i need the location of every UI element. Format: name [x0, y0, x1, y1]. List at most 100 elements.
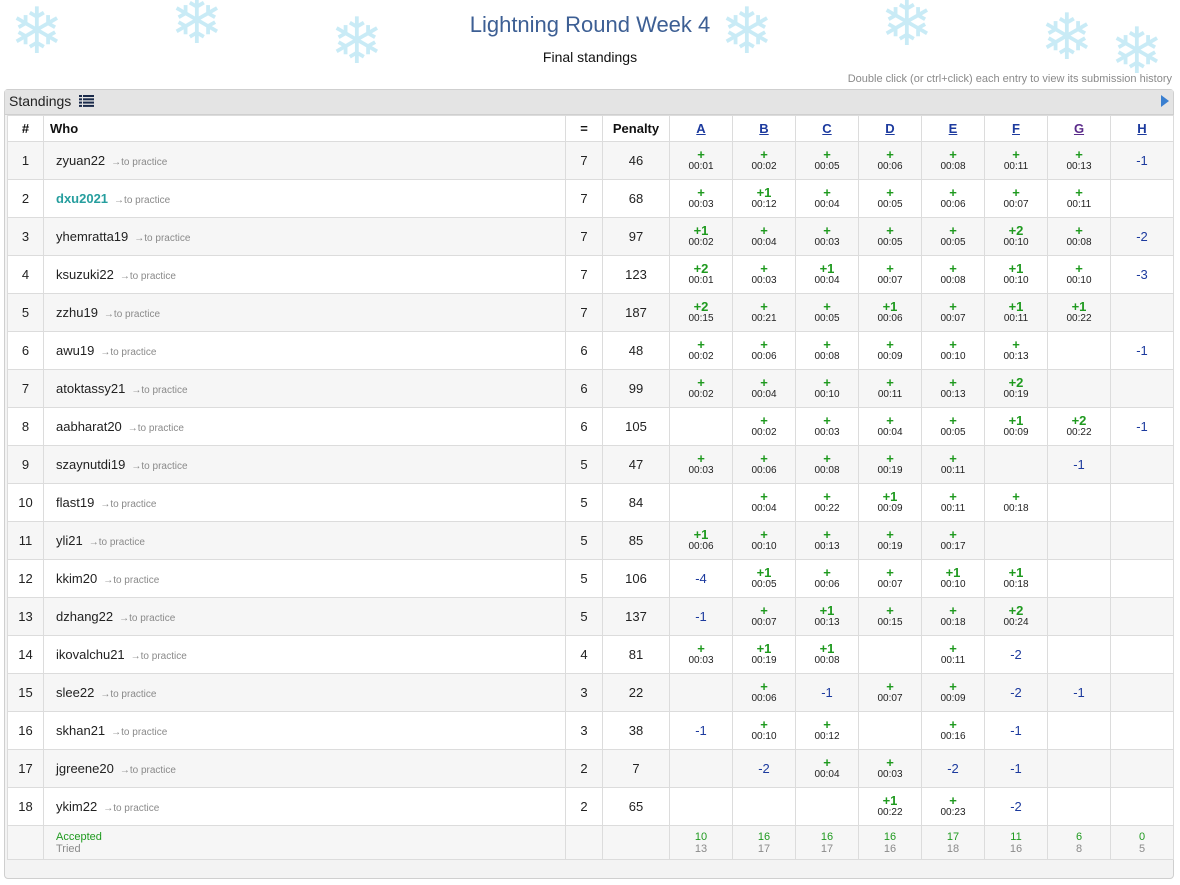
- problem-cell-d[interactable]: [858, 711, 922, 750]
- problem-cell-e[interactable]: +00:16: [921, 711, 985, 750]
- problem-cell-c[interactable]: +00:05: [795, 141, 859, 180]
- problem-cell-c[interactable]: +00:10: [795, 369, 859, 408]
- table-row[interactable]: 2 dxu2021 →to practice 7 68 +00:03 +1 00:12 +00:…: [7, 179, 1174, 218]
- to-practice-link[interactable]: →to practice: [120, 765, 176, 776]
- problem-cell-a[interactable]: +2 00:15: [669, 293, 733, 332]
- problem-cell-f[interactable]: -1: [984, 711, 1048, 750]
- to-practice-link[interactable]: →to practice: [119, 613, 175, 624]
- problem-cell-a[interactable]: +00:03: [669, 635, 733, 674]
- problem-link-a[interactable]: A: [696, 121, 705, 136]
- who-cell[interactable]: aabharat20 →to practice: [43, 407, 566, 446]
- problem-cell-f[interactable]: +1 00:10: [984, 255, 1048, 294]
- problem-cell-a[interactable]: [669, 483, 733, 522]
- problem-cell-c[interactable]: [795, 787, 859, 826]
- problem-link-g[interactable]: G: [1074, 121, 1084, 136]
- contestant-name[interactable]: ksuzuki22: [56, 267, 114, 282]
- table-row[interactable]: 11 yli21 →to practice 5 85 +1 00:06 +00:10 +00:1…: [7, 521, 1174, 560]
- contestant-name[interactable]: flast19: [56, 495, 94, 510]
- who-cell[interactable]: awu19 →to practice: [43, 331, 566, 370]
- problem-cell-b[interactable]: -2: [732, 749, 796, 788]
- problem-cell-g[interactable]: [1047, 635, 1111, 674]
- problem-link-c[interactable]: C: [822, 121, 831, 136]
- problem-cell-d[interactable]: +00:07: [858, 673, 922, 712]
- problem-cell-e[interactable]: -2: [921, 749, 985, 788]
- problem-cell-b[interactable]: +00:04: [732, 483, 796, 522]
- who-cell[interactable]: szaynutdi19 →to practice: [43, 445, 566, 484]
- problem-cell-c[interactable]: +00:04: [795, 179, 859, 218]
- problem-cell-b[interactable]: +00:06: [732, 673, 796, 712]
- problem-cell-c[interactable]: +00:04: [795, 749, 859, 788]
- to-practice-link[interactable]: →to practice: [111, 727, 167, 738]
- table-row[interactable]: 16 skhan21 →to practice 3 38 -1 +00:10 +00:12 +0…: [7, 711, 1174, 750]
- problem-cell-d[interactable]: +00:15: [858, 597, 922, 636]
- contestant-name[interactable]: skhan21: [56, 723, 105, 738]
- to-practice-link[interactable]: →to practice: [104, 309, 160, 320]
- who-cell[interactable]: slee22 →to practice: [43, 673, 566, 712]
- problem-cell-g[interactable]: [1047, 521, 1111, 560]
- contestant-name[interactable]: szaynutdi19: [56, 457, 125, 472]
- problem-cell-e[interactable]: +00:10: [921, 331, 985, 370]
- to-practice-link[interactable]: →to practice: [134, 233, 190, 244]
- problem-cell-a[interactable]: +00:02: [669, 331, 733, 370]
- who-cell[interactable]: atoktassy21 →to practice: [43, 369, 566, 408]
- table-row[interactable]: 7 atoktassy21 →to practice 6 99 +00:02 +00:04 +…: [7, 369, 1174, 408]
- problem-cell-b[interactable]: +1 00:12: [732, 179, 796, 218]
- problem-cell-c[interactable]: +00:06: [795, 559, 859, 598]
- problem-cell-d[interactable]: +1 00:22: [858, 787, 922, 826]
- contestant-name[interactable]: zyuan22: [56, 153, 105, 168]
- problem-cell-f[interactable]: -2: [984, 787, 1048, 826]
- problem-cell-e[interactable]: +00:18: [921, 597, 985, 636]
- who-cell[interactable]: zzhu19 →to practice: [43, 293, 566, 332]
- problem-cell-h[interactable]: -1: [1110, 331, 1174, 370]
- problem-cell-f[interactable]: +00:07: [984, 179, 1048, 218]
- problem-cell-c[interactable]: +1 00:08: [795, 635, 859, 674]
- problem-cell-h[interactable]: [1110, 597, 1174, 636]
- problem-cell-h[interactable]: [1110, 179, 1174, 218]
- problem-cell-b[interactable]: +00:06: [732, 445, 796, 484]
- problem-cell-d[interactable]: +00:06: [858, 141, 922, 180]
- problem-cell-h[interactable]: [1110, 635, 1174, 674]
- contestant-name[interactable]: dxu2021: [56, 191, 108, 206]
- problem-cell-h[interactable]: [1110, 521, 1174, 560]
- problem-cell-c[interactable]: +00:12: [795, 711, 859, 750]
- contestant-name[interactable]: ykim22: [56, 799, 97, 814]
- problem-cell-e[interactable]: +00:17: [921, 521, 985, 560]
- problem-cell-c[interactable]: +00:03: [795, 407, 859, 446]
- problem-cell-f[interactable]: [984, 521, 1048, 560]
- problem-cell-b[interactable]: +00:04: [732, 217, 796, 256]
- problem-cell-c[interactable]: +00:03: [795, 217, 859, 256]
- problem-cell-e[interactable]: +00:23: [921, 787, 985, 826]
- problem-cell-a[interactable]: +1 00:02: [669, 217, 733, 256]
- problem-cell-f[interactable]: +00:18: [984, 483, 1048, 522]
- problem-cell-h[interactable]: [1110, 559, 1174, 598]
- problem-cell-e[interactable]: +00:08: [921, 141, 985, 180]
- problem-cell-e[interactable]: +00:08: [921, 255, 985, 294]
- problem-cell-e[interactable]: +00:07: [921, 293, 985, 332]
- problem-cell-d[interactable]: +1 00:09: [858, 483, 922, 522]
- expand-arrow-icon[interactable]: [1161, 95, 1169, 107]
- problem-cell-a[interactable]: +2 00:01: [669, 255, 733, 294]
- problem-cell-d[interactable]: [858, 635, 922, 674]
- problem-cell-d[interactable]: +00:19: [858, 445, 922, 484]
- to-practice-link[interactable]: →to practice: [131, 651, 187, 662]
- who-cell[interactable]: dxu2021 →to practice: [43, 179, 566, 218]
- to-practice-link[interactable]: →to practice: [131, 461, 187, 472]
- problem-cell-e[interactable]: +00:11: [921, 635, 985, 674]
- problem-cell-e[interactable]: +00:09: [921, 673, 985, 712]
- problem-cell-b[interactable]: +00:21: [732, 293, 796, 332]
- problem-cell-g[interactable]: [1047, 787, 1111, 826]
- to-practice-link[interactable]: →to practice: [89, 537, 145, 548]
- problem-cell-g[interactable]: +00:10: [1047, 255, 1111, 294]
- problem-cell-a[interactable]: +1 00:06: [669, 521, 733, 560]
- contestant-name[interactable]: yli21: [56, 533, 83, 548]
- who-cell[interactable]: flast19 →to practice: [43, 483, 566, 522]
- problem-cell-b[interactable]: +1 00:19: [732, 635, 796, 674]
- problem-cell-g[interactable]: +1 00:22: [1047, 293, 1111, 332]
- problem-cell-h[interactable]: -1: [1110, 141, 1174, 180]
- problem-cell-c[interactable]: -1: [795, 673, 859, 712]
- contestant-name[interactable]: dzhang22: [56, 609, 113, 624]
- problem-cell-e[interactable]: +00:05: [921, 407, 985, 446]
- table-row[interactable]: 5 zzhu19 →to practice 7 187 +2 00:15 +00:21 +00:…: [7, 293, 1174, 332]
- problem-link-e[interactable]: E: [949, 121, 958, 136]
- table-row[interactable]: 3 yhemratta19 →to practice 7 97 +1 00:02 +00:04…: [7, 217, 1174, 256]
